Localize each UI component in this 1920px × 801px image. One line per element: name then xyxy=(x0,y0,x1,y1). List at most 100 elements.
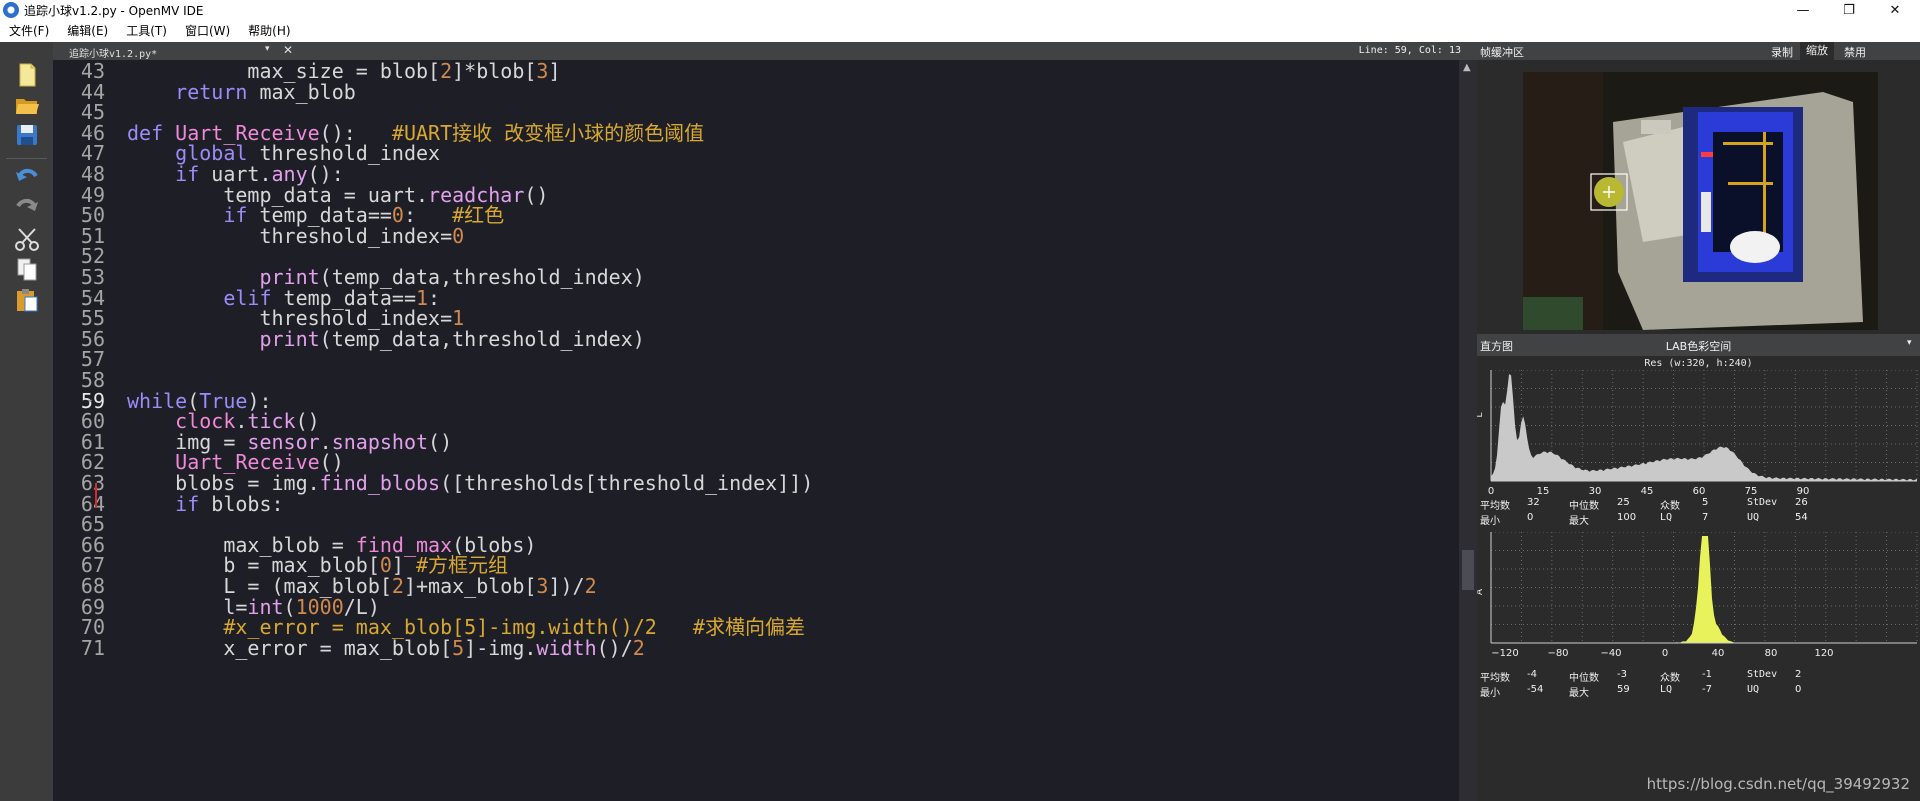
code-line[interactable]: threshold_index=0 xyxy=(127,223,464,249)
stat-label: UQ xyxy=(1747,684,1760,695)
stat-label: 平均数 xyxy=(1480,673,1510,684)
chevron-down-icon[interactable]: ▾ xyxy=(1907,338,1912,348)
current-line-marker xyxy=(95,483,97,507)
code-line[interactable]: if blobs: xyxy=(127,491,283,517)
undo-icon[interactable] xyxy=(14,164,40,190)
window-title: 追踪小球v1.2.py - OpenMV IDE xyxy=(24,3,204,18)
copy-icon[interactable] xyxy=(14,256,40,282)
code-token: 2 xyxy=(391,574,404,598)
left-toolbar xyxy=(0,42,53,801)
zoom-button[interactable]: 缩放 xyxy=(1800,42,1834,60)
x-tick-label: 30 xyxy=(1589,486,1602,497)
stat-value: 54 xyxy=(1795,512,1808,523)
code-token: snapshot xyxy=(331,429,429,454)
fold-toggle-icon[interactable]: ⌄ xyxy=(86,126,94,137)
stat-label: StDev xyxy=(1747,669,1778,680)
x-tick-label: 90 xyxy=(1797,486,1810,497)
colorspace-select[interactable]: LAB色彩空间 xyxy=(1477,338,1920,354)
scroll-up-icon[interactable]: ▲ xyxy=(1463,62,1471,73)
code-token: 5 xyxy=(452,635,465,660)
code-token: ]-img. xyxy=(464,635,537,660)
stat-value: 59 xyxy=(1617,684,1630,695)
fold-toggle-icon[interactable]: ⌄ xyxy=(86,394,94,405)
code-line[interactable]: x_error = max_blob[5]-img.width()/2 xyxy=(127,635,645,661)
code-token: ([thresholds[threshold_index]]) xyxy=(440,471,814,495)
menu-help[interactable]: 帮助(H) xyxy=(239,20,299,42)
x-tick-label: 60 xyxy=(1693,486,1706,497)
disable-button[interactable]: 禁用 xyxy=(1844,44,1866,60)
stat-label: 平均数 xyxy=(1480,501,1510,512)
stat-value: 26 xyxy=(1795,497,1808,508)
close-tab-icon[interactable]: ✕ xyxy=(283,43,293,57)
stat-value: 2 xyxy=(1795,669,1802,680)
toolbar-separator xyxy=(6,158,47,159)
stat-value: 100 xyxy=(1617,512,1637,523)
code-token: 3 xyxy=(536,60,549,83)
x-tick-label: 75 xyxy=(1745,486,1758,497)
stat-value: 0 xyxy=(1527,512,1534,523)
code-token: 3 xyxy=(536,574,549,598)
fold-toggle-icon[interactable]: ⌄ xyxy=(86,517,94,528)
menu-window[interactable]: 窗口(W) xyxy=(176,20,239,42)
title-bar: 追踪小球v1.2.py - OpenMV IDE — ❐ ✕ xyxy=(0,0,1920,20)
minimize-button[interactable]: — xyxy=(1780,0,1826,20)
restore-button[interactable]: ❐ xyxy=(1826,0,1872,20)
fold-toggle-icon[interactable]: ⌄ xyxy=(86,208,94,219)
stat-label: 中位数 xyxy=(1569,501,1599,512)
menu-bar: 文件(F) 编辑(E) 工具(T) 窗口(W) 帮助(H) xyxy=(0,20,1920,42)
code-token: ]*blob[ xyxy=(452,60,537,83)
x-tick-label: −80 xyxy=(1547,648,1568,659)
menu-tools[interactable]: 工具(T) xyxy=(117,20,176,42)
fold-toggle-icon[interactable]: ⌄ xyxy=(86,167,94,178)
code-token: return xyxy=(175,79,248,104)
redo-icon[interactable] xyxy=(14,194,40,220)
resolution-label: Res (w:320, h:240) xyxy=(1644,358,1753,369)
code-token: 2 xyxy=(440,60,453,83)
cut-icon[interactable] xyxy=(14,226,40,252)
code-token: () xyxy=(428,429,453,454)
chevron-down-icon[interactable]: ▾ xyxy=(265,44,270,54)
code-token: ] xyxy=(548,60,561,83)
code-token: if xyxy=(175,491,200,516)
line-number-gutter: 43 44 45 46 ⌄ 47 48 ⌄ 49 50 ⌄ 51 52 53 54 ⌄ 55 56 57 58 59 ⌄ 6… xyxy=(53,59,123,801)
camera-frame-image xyxy=(1523,72,1878,330)
x-tick-label: 0 xyxy=(1662,648,1668,659)
code-token: width xyxy=(536,635,597,660)
code-token: 0 xyxy=(452,223,465,248)
code-token: 2 xyxy=(632,635,645,660)
save-icon[interactable] xyxy=(14,122,40,148)
stat-value: -4 xyxy=(1527,669,1537,680)
stat-label: LQ xyxy=(1660,512,1673,523)
scrollbar-thumb[interactable] xyxy=(1462,550,1474,590)
paste-icon[interactable] xyxy=(14,287,40,313)
code-token: max_blob xyxy=(247,79,356,104)
code-editor[interactable]: max_size = blob[2]*blob[3] return max_bl… xyxy=(123,60,1459,801)
x-tick-label: 120 xyxy=(1814,648,1833,659)
histogram-header: 直方图 LAB色彩空间 ▾ xyxy=(1477,334,1920,356)
code-token: threshold_index= xyxy=(127,223,453,248)
l-channel-histogram: L 0 15 30 45 60 75 90 xyxy=(1477,370,1918,497)
watermark-text: https://blog.csdn.net/qq_39492932 xyxy=(1646,775,1910,793)
editor-scrollbar[interactable]: ▲ xyxy=(1459,60,1477,801)
x-tick-label: 15 xyxy=(1537,486,1550,497)
stat-label: StDev xyxy=(1747,497,1778,508)
new-file-icon[interactable] xyxy=(14,62,40,88)
code-token: () xyxy=(524,182,549,207)
code-line[interactable]: return max_blob xyxy=(127,79,356,105)
menu-file[interactable]: 文件(F) xyxy=(0,20,58,42)
open-folder-icon[interactable] xyxy=(14,92,40,118)
stat-label: 最大 xyxy=(1569,516,1589,527)
code-token: ]+max_blob[ xyxy=(403,574,537,598)
a-channel-histogram: A −120 −80 −40 0 40 80 120 xyxy=(1477,532,1918,659)
right-panel: 帧缓冲区 录制 缩放 禁用 直方图 LAB色彩空间 ▾ Res (w:320, … xyxy=(1477,42,1920,801)
fold-toggle-icon[interactable]: ⌄ xyxy=(86,291,94,302)
close-window-button[interactable]: ✕ xyxy=(1872,0,1918,20)
x-tick-label: 0 xyxy=(1488,486,1494,497)
stat-label: 众数 xyxy=(1660,673,1680,684)
code-line[interactable]: print(temp_data,threshold_index) xyxy=(127,326,644,352)
menu-edit[interactable]: 编辑(E) xyxy=(58,20,117,42)
x-tick-label: −40 xyxy=(1600,648,1621,659)
stat-value: 32 xyxy=(1527,497,1540,508)
record-button[interactable]: 录制 xyxy=(1771,44,1793,60)
